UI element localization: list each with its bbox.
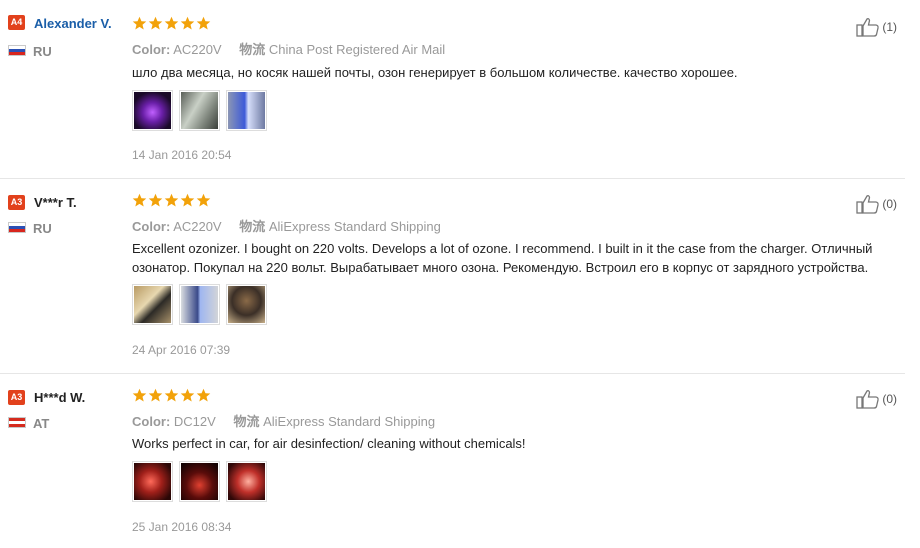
buyer-level-badge: A3 [8, 390, 25, 405]
star-icon [132, 16, 147, 30]
review-divider [0, 178, 905, 179]
star-icon [132, 193, 147, 207]
order-info: Color: AC220V 物流 AliExpress Standard Shi… [132, 216, 441, 235]
review-photo[interactable] [132, 284, 173, 325]
helpful-vote[interactable]: (0) [856, 389, 897, 409]
star-icon [164, 193, 179, 207]
review-photo[interactable] [132, 461, 173, 502]
review-photos [132, 461, 267, 502]
order-info: Color: DC12V 物流 AliExpress Standard Ship… [132, 411, 435, 430]
shipping-value: AliExpress Standard Shipping [268, 219, 441, 234]
review-divider [0, 373, 905, 374]
review-text: Works perfect in car, for air desinfecti… [132, 436, 526, 451]
star-icon [196, 16, 211, 30]
review-photo[interactable] [226, 284, 267, 325]
austria-flag-icon [8, 417, 26, 428]
star-icon [148, 193, 163, 207]
russia-flag-icon [8, 222, 26, 233]
star-icon [164, 388, 179, 402]
color-label: Color: [132, 42, 171, 57]
order-info: Color: AC220V 物流 China Post Registered A… [132, 39, 445, 58]
color-label: Color: [132, 414, 171, 429]
review-photos [132, 90, 267, 131]
color-value: AC220V [173, 42, 222, 57]
shipping-label: 物流 [239, 42, 266, 57]
thumbs-up-icon[interactable] [856, 389, 880, 409]
reviewer-country: RU [33, 221, 52, 236]
reviewer-name[interactable]: V***r T. [34, 195, 77, 210]
review-photo[interactable] [226, 461, 267, 502]
star-icon [196, 193, 211, 207]
helpful-count: (0) [882, 197, 897, 211]
star-icon [180, 16, 195, 30]
rating-stars [132, 388, 211, 403]
shipping-value: AliExpress Standard Shipping [263, 414, 436, 429]
shipping-value: China Post Registered Air Mail [268, 42, 446, 57]
helpful-count: (0) [882, 392, 897, 406]
star-icon [148, 16, 163, 30]
reviewer-name[interactable]: H***d W. [34, 390, 85, 405]
helpful-count: (1) [882, 20, 897, 34]
review-photo[interactable] [179, 461, 220, 502]
russia-flag-icon [8, 45, 26, 56]
review-photos [132, 284, 267, 325]
star-icon [148, 388, 163, 402]
helpful-vote[interactable]: (1) [856, 17, 897, 37]
buyer-level-badge: A3 [8, 195, 25, 210]
star-icon [164, 16, 179, 30]
shipping-label: 物流 [239, 219, 266, 234]
review-photo[interactable] [179, 90, 220, 131]
star-icon [132, 388, 147, 402]
review-photo[interactable] [179, 284, 220, 325]
review-text: шло два месяца, но косяк нашей почты, оз… [132, 65, 738, 80]
shipping-label: 物流 [233, 414, 260, 429]
review-item: A4 Alexander V. RU Color: AC220V 物流 Chin… [0, 0, 905, 180]
reviewer-country: AT [33, 416, 50, 431]
star-icon [180, 388, 195, 402]
thumbs-up-icon[interactable] [856, 194, 880, 214]
reviewer-country: RU [33, 44, 52, 59]
review-item: A3 V***r T. RU Color: AC220V 物流 AliExpre… [0, 180, 905, 375]
color-value: DC12V [173, 414, 216, 429]
review-item: A3 H***d W. AT Color: DC12V 物流 AliExpres… [0, 375, 905, 548]
color-value: AC220V [173, 219, 222, 234]
rating-stars [132, 193, 211, 208]
review-text: Excellent ozonizer. I bought on 220 volt… [132, 241, 873, 275]
review-date: 24 Apr 2016 07:39 [132, 343, 231, 357]
review-photo[interactable] [132, 90, 173, 131]
thumbs-up-icon[interactable] [856, 17, 880, 37]
review-date: 14 Jan 2016 20:54 [132, 148, 232, 162]
star-icon [196, 388, 211, 402]
review-photo[interactable] [226, 90, 267, 131]
reviewer-name[interactable]: Alexander V. [34, 16, 112, 31]
rating-stars [132, 16, 211, 31]
helpful-vote[interactable]: (0) [856, 194, 897, 214]
star-icon [180, 193, 195, 207]
review-date: 25 Jan 2016 08:34 [132, 520, 232, 534]
buyer-level-badge: A4 [8, 15, 25, 30]
color-label: Color: [132, 219, 171, 234]
